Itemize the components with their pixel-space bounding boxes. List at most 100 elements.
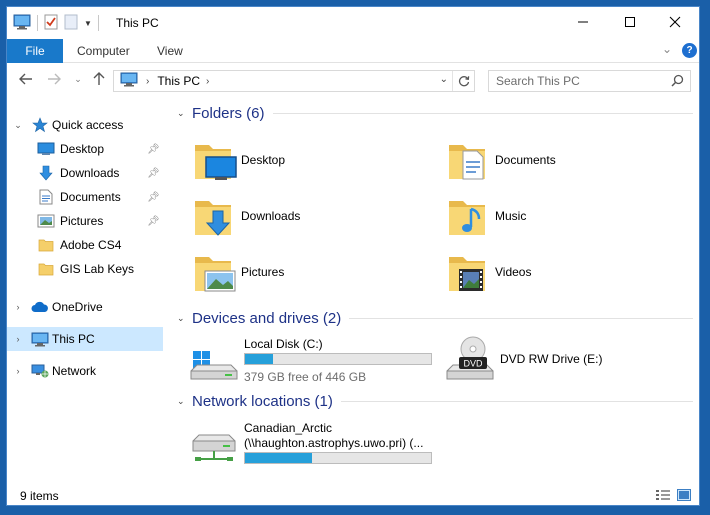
nav-item-documents[interactable]: Documents 📌︎ <box>7 185 163 209</box>
breadcrumb-chevron-icon[interactable]: › <box>146 76 149 87</box>
breadcrumb-this-pc[interactable]: This PC <box>157 74 200 88</box>
forward-button[interactable] <box>44 69 64 89</box>
network-location-path: (\\haughton.astrophys.uwo.pri) (... <box>244 436 424 450</box>
group-header-network[interactable]: ⌄ Network locations (1) <box>173 391 697 411</box>
new-folder-icon[interactable] <box>64 14 78 33</box>
nav-quick-access[interactable]: ⌄ Quick access <box>7 113 163 137</box>
tab-view[interactable]: View <box>157 44 183 58</box>
separator <box>97 15 99 31</box>
search-box[interactable]: Search This PC <box>488 70 691 92</box>
folder-label: Pictures <box>241 265 285 279</box>
nav-item-gis-lab-keys[interactable]: GIS Lab Keys <box>7 257 163 281</box>
nav-label: OneDrive <box>52 300 103 314</box>
nav-item-pictures[interactable]: Pictures 📌︎ <box>7 209 163 233</box>
ribbon-tabs: File Computer View ⌄ ? <box>7 39 699 63</box>
minimize-button[interactable] <box>560 7 605 37</box>
nav-label: Downloads <box>60 166 120 180</box>
folder-icon <box>37 261 55 277</box>
properties-icon[interactable] <box>44 14 58 33</box>
nav-this-pc[interactable]: › This PC <box>7 327 163 351</box>
folder-tile-documents[interactable]: Documents <box>445 137 685 185</box>
large-icons-view-icon[interactable] <box>677 489 691 504</box>
collapsed-chevron-icon[interactable]: › <box>13 302 23 312</box>
nav-label: Desktop <box>60 142 105 156</box>
documents-folder-icon <box>445 137 493 185</box>
folder-icon <box>37 237 55 253</box>
nav-label: Documents <box>60 190 121 204</box>
folder-tile-downloads[interactable]: Downloads <box>191 193 431 241</box>
collapsed-chevron-icon[interactable]: › <box>13 334 23 344</box>
music-folder-icon <box>445 193 493 241</box>
group-collapse-chevron-icon[interactable]: ⌄ <box>177 396 189 407</box>
group-header-folders[interactable]: ⌄ Folders (6) <box>173 103 697 123</box>
drive-free-space: 379 GB free of 446 GB <box>244 370 367 384</box>
recent-locations-chevron-icon[interactable]: ⌄ <box>68 69 88 89</box>
pin-icon[interactable]: 📌︎ <box>147 216 160 227</box>
folder-tile-videos[interactable]: Videos <box>445 249 685 297</box>
nav-item-downloads[interactable]: Downloads 📌︎ <box>7 161 163 185</box>
up-button[interactable] <box>89 69 109 89</box>
folder-label: Downloads <box>241 209 301 223</box>
nav-label: Network <box>52 364 97 378</box>
group-divider <box>340 400 693 402</box>
close-button[interactable] <box>652 7 697 37</box>
nav-network[interactable]: › Network <box>7 359 163 383</box>
drive-usage-fill <box>245 354 273 364</box>
group-title: Network locations (1) <box>192 392 333 410</box>
quick-access-toolbar: ▼ <box>13 13 99 33</box>
help-icon[interactable]: ? <box>682 43 697 58</box>
network-location-canadian-arctic[interactable]: Canadian_Arctic (\\haughton.astrophys.uw… <box>189 419 449 471</box>
search-input[interactable]: Search This PC <box>496 74 580 88</box>
pin-icon[interactable]: 📌︎ <box>147 168 160 179</box>
folder-tile-pictures[interactable]: Pictures <box>191 249 431 297</box>
folder-tile-desktop[interactable]: Desktop <box>191 137 431 185</box>
separator <box>37 15 38 31</box>
collapsed-chevron-icon[interactable]: › <box>13 366 23 376</box>
this-pc-icon <box>120 72 138 90</box>
nav-onedrive[interactable]: › OneDrive <box>7 295 163 319</box>
folder-label: Documents <box>495 153 556 167</box>
group-title: Folders (6) <box>192 104 265 122</box>
maximize-button[interactable] <box>607 7 652 37</box>
computer-icon <box>31 331 49 347</box>
address-bar[interactable]: › This PC › ⌄ <box>113 70 475 92</box>
group-collapse-chevron-icon[interactable]: ⌄ <box>177 108 189 119</box>
nav-label: Pictures <box>60 214 104 228</box>
drive-tile-local-disk[interactable]: Local Disk (C:) 379 GB free of 446 GB <box>189 335 439 387</box>
cloud-icon <box>31 299 49 315</box>
refresh-button[interactable] <box>452 71 474 91</box>
folder-label: Music <box>495 209 527 223</box>
address-history-chevron-icon[interactable]: ⌄ <box>440 74 448 85</box>
customize-qat-icon[interactable]: ▼ <box>84 19 92 28</box>
computer-icon <box>13 14 31 33</box>
details-view-icon[interactable] <box>655 489 671 504</box>
title-bar: ▼ This PC <box>7 7 699 39</box>
back-button[interactable] <box>16 69 36 89</box>
drive-name: Local Disk (C:) <box>244 337 323 351</box>
tab-computer[interactable]: Computer <box>77 44 130 58</box>
videos-folder-icon <box>445 249 493 297</box>
navigation-pane: ⌄ Quick access Desktop 📌︎ Downloads 📌︎ D… <box>7 103 163 473</box>
dvd-badge: DVD <box>463 359 483 369</box>
drive-tile-dvd[interactable]: DVD DVD RW Drive (E:) <box>445 335 685 387</box>
documents-icon <box>37 189 55 205</box>
expand-ribbon-chevron-icon[interactable]: ⌄ <box>662 42 672 56</box>
item-count: 9 items <box>20 489 59 503</box>
content-pane: ⌄ Folders (6) Desktop Documents Download… <box>173 103 697 483</box>
nav-label: GIS Lab Keys <box>60 262 135 276</box>
tab-file[interactable]: File <box>7 39 63 63</box>
group-title: Devices and drives (2) <box>192 309 342 327</box>
pin-icon[interactable]: 📌︎ <box>147 144 160 155</box>
group-collapse-chevron-icon[interactable]: ⌄ <box>177 313 189 324</box>
breadcrumb-chevron-icon[interactable]: › <box>206 76 209 87</box>
folder-tile-music[interactable]: Music <box>445 193 685 241</box>
search-icon[interactable] <box>671 74 684 90</box>
nav-item-desktop[interactable]: Desktop 📌︎ <box>7 137 163 161</box>
network-usage-bar <box>244 452 432 464</box>
expanded-chevron-icon[interactable]: ⌄ <box>13 120 23 131</box>
pin-icon[interactable]: 📌︎ <box>147 192 160 203</box>
pictures-folder-icon <box>191 249 239 297</box>
nav-item-adobe-cs4[interactable]: Adobe CS4 <box>7 233 163 257</box>
nav-label: Quick access <box>52 118 124 132</box>
group-header-devices[interactable]: ⌄ Devices and drives (2) <box>173 308 697 328</box>
